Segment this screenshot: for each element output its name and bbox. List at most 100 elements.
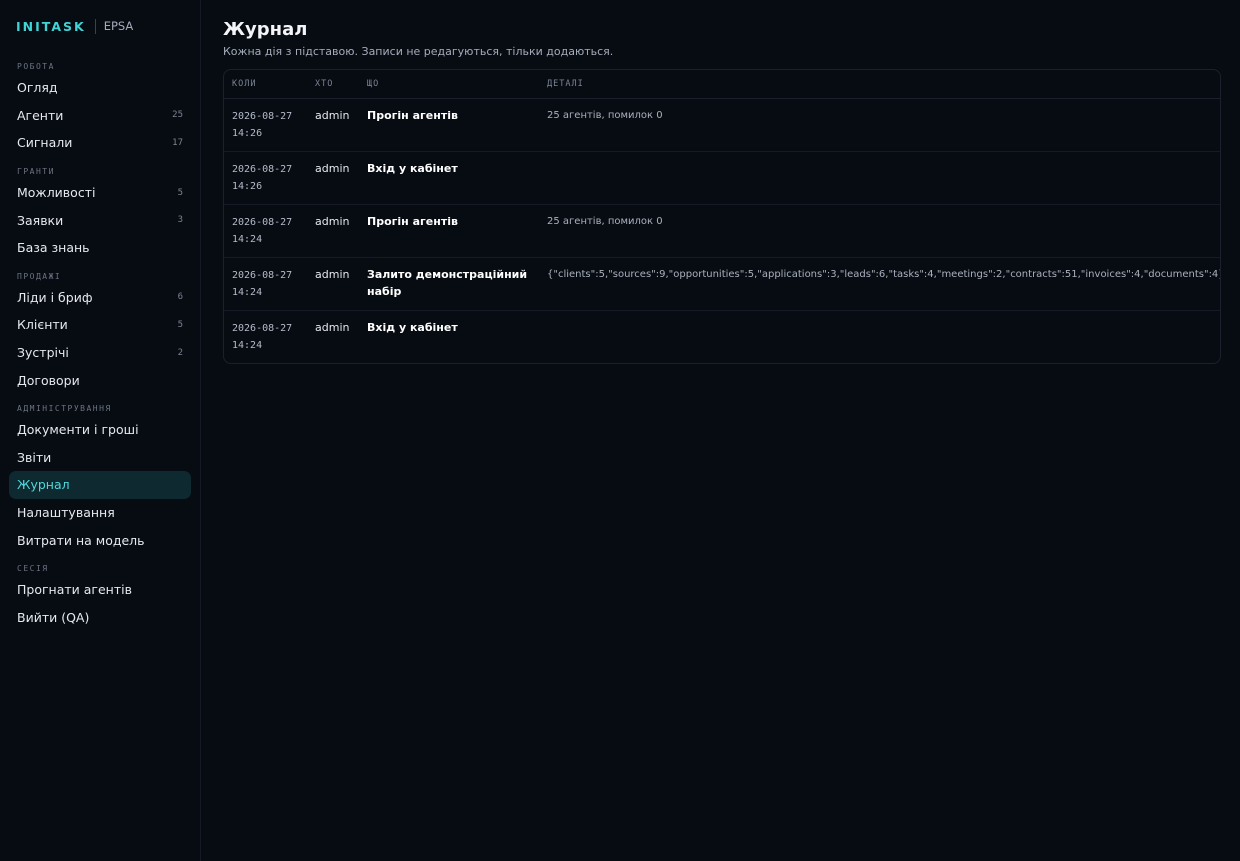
page-title: Журнал: [223, 19, 308, 40]
cell-what: Прогін агентів: [359, 98, 539, 152]
sidebar-item-label: Можливості: [17, 185, 96, 201]
sidebar-item-label: Ліди і бриф: [17, 289, 93, 305]
cell-details: {"clients":5,"sources":9,"opportunities"…: [539, 257, 1220, 311]
column-header-when: КОЛИ: [224, 70, 307, 99]
cell-details: [539, 311, 1220, 364]
table-row: 2026-08-27 14:24 admin Прогін агентів 25 аге…: [224, 204, 1220, 258]
sidebar-item-label: Документи і гроші: [17, 422, 139, 438]
cell-what: Залито демонстраційний набір: [359, 257, 539, 311]
sidebar-item[interactable]: Агенти 25: [9, 102, 191, 130]
column-header-details: ДЕТАЛІ: [539, 70, 1220, 99]
sidebar-item[interactable]: Журнал: [9, 471, 191, 499]
journal-table: КОЛИ ХТО ЩО ДЕТАЛІ 2026-08-27 14:26 admin П…: [223, 69, 1221, 364]
sidebar-item[interactable]: Ліди і бриф 6: [9, 284, 191, 312]
entry-date: 2026-08-27: [232, 323, 293, 334]
sidebar-item[interactable]: Витрати на модель: [9, 526, 191, 554]
sidebar-item-label: Прогнати агентів: [17, 582, 132, 598]
cell-when: 2026-08-27 14:24: [224, 204, 307, 258]
sidebar-section: Документи і гроші Звіти Журнал Налаштування…: [0, 416, 200, 554]
sidebar-item-label: Сигнали: [17, 135, 73, 151]
column-header-what: ЩО: [359, 70, 539, 99]
sidebar-item[interactable]: Огляд: [9, 74, 191, 102]
sidebar-item-label: Журнал: [17, 477, 70, 493]
sidebar-section: Можливості 5 Заявки 3 База знань: [0, 179, 200, 262]
cell-who: admin: [315, 321, 350, 334]
sidebar-item[interactable]: Клієнти 5: [9, 311, 191, 339]
cell-when: 2026-08-27 14:24: [224, 311, 307, 364]
sidebar-item[interactable]: База знань: [9, 234, 191, 262]
sidebar-item-label: Заявки: [17, 212, 64, 228]
cell-who: admin: [307, 151, 359, 205]
sidebar-item[interactable]: Налаштування: [9, 499, 191, 527]
sidebar-item-label: Договори: [17, 372, 80, 388]
main-content: Журнал Кожна дія з підставою. Записи не …: [201, 0, 1240, 861]
sidebar-item-label: Клієнти: [17, 317, 68, 333]
sidebar-item-label: Зустрічі: [17, 345, 69, 361]
table-body: 2026-08-27 14:26 admin Прогін агентів 25 аге…: [224, 98, 1220, 364]
cell-what: Вхід у кабінет: [367, 321, 458, 334]
sidebar-section: Огляд Агенти 25 Сигнали 17: [0, 74, 200, 157]
sidebar-section-label: СЕСІЯ: [17, 563, 49, 573]
column-header-who: ХТО: [307, 70, 359, 99]
cell-details: 25 агентів, помилок 0: [539, 204, 1220, 258]
app-shell: INITASK EPSA РОБОТА Огляд Агенти 25 Сигнали 1…: [0, 0, 1240, 861]
table-header-row: КОЛИ ХТО ЩО ДЕТАЛІ: [224, 70, 1220, 99]
cell-who: admin: [307, 98, 359, 152]
cell-when: 2026-08-27 14:26: [224, 98, 307, 152]
sidebar: INITASK EPSA РОБОТА Огляд Агенти 25 Сигнали 1…: [0, 0, 201, 861]
page-subtitle: Кожна дія з підставою. Записи не редагую…: [223, 45, 614, 58]
cell-what: Прогін агентів: [359, 204, 539, 258]
sidebar-item-label: Огляд: [17, 80, 58, 96]
sidebar-section: Ліди і бриф 6 Клієнти 5 Зустрічі 2 Договори: [0, 284, 200, 394]
cell-when: 2026-08-27 14:24: [224, 257, 307, 311]
brand-logo-text: INITASK: [16, 18, 86, 34]
sidebar-section: Прогнати агентів Вийти (QA): [0, 576, 200, 631]
entry-date: 2026-08-27: [232, 217, 293, 228]
sidebar-section-label: АДМІНІСТРУВАННЯ: [17, 403, 112, 413]
sidebar-item[interactable]: Документи і гроші: [9, 416, 191, 444]
sidebar-item-count: 25: [172, 110, 183, 121]
sidebar-item[interactable]: Можливості 5: [9, 179, 191, 207]
cell-details: [539, 151, 1220, 205]
brand[interactable]: INITASK EPSA: [0, 18, 200, 34]
sidebar-section-label: ПРОДАЖІ: [17, 271, 62, 281]
entry-time: 14:24: [232, 340, 263, 351]
brand-org: EPSA: [103, 19, 134, 33]
sidebar-item[interactable]: Сигнали 17: [9, 129, 191, 157]
cell-what: Вхід у кабінет: [359, 151, 539, 205]
sidebar-section-label: РОБОТА: [17, 62, 55, 71]
table-row: 2026-08-27 14:24 admin Залито демонстраційн…: [224, 257, 1220, 311]
sidebar-item-label: Налаштування: [17, 505, 115, 521]
sidebar-item-count: 6: [177, 292, 183, 303]
entry-time: 14:26: [232, 181, 263, 192]
sidebar-item-label: Витрати на модель: [17, 532, 145, 548]
entry-date: 2026-08-27: [232, 111, 293, 122]
sidebar-nav: РОБОТА Огляд Агенти 25 Сигнали 17 ГРАНТИ Можлив…: [0, 60, 200, 631]
sidebar-section-label: ГРАНТИ: [17, 166, 55, 176]
sidebar-item-label: Вийти (QA): [17, 609, 90, 625]
entry-time: 14:24: [232, 287, 263, 298]
sidebar-item-count: 17: [172, 137, 183, 148]
entry-time: 14:26: [232, 128, 263, 139]
sidebar-item-label: База знань: [17, 240, 90, 256]
cell-when: 2026-08-27 14:26: [224, 151, 307, 205]
sidebar-item[interactable]: Договори: [9, 366, 191, 394]
entry-time: 14:24: [232, 234, 263, 245]
sidebar-item-count: 3: [177, 215, 183, 226]
entry-date: 2026-08-27: [232, 270, 293, 281]
sidebar-item[interactable]: Прогнати агентів: [9, 576, 191, 604]
sidebar-item[interactable]: Заявки 3: [9, 206, 191, 234]
sidebar-item-count: 5: [177, 187, 183, 198]
sidebar-item[interactable]: Зустрічі 2: [9, 339, 191, 367]
brand-divider: [94, 18, 96, 34]
sidebar-item[interactable]: Вийти (QA): [9, 604, 191, 632]
sidebar-item[interactable]: Звіти: [9, 444, 191, 472]
sidebar-item-count: 2: [177, 347, 183, 358]
table-row: 2026-08-27 14:26 admin Вхід у кабінет: [224, 151, 1220, 205]
sidebar-item-label: Агенти: [17, 107, 64, 123]
entry-date: 2026-08-27: [232, 164, 293, 175]
